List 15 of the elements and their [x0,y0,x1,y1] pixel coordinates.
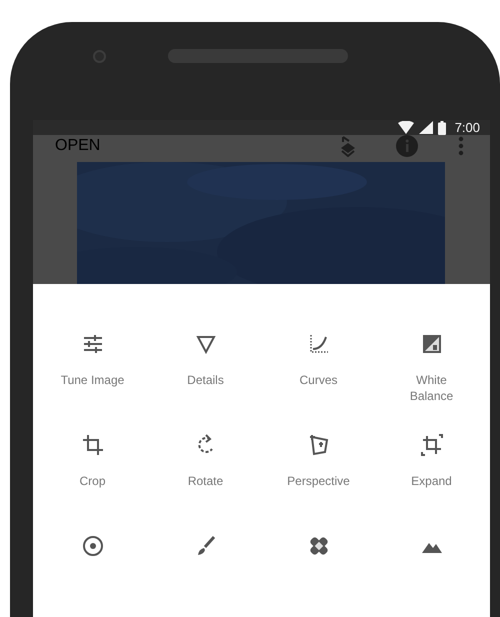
tool-button[interactable]: Expand [375,433,488,489]
open-button[interactable]: OPEN [55,137,100,155]
tool-button[interactable]: Perspective [262,433,375,489]
tool-button[interactable]: Curves [262,332,375,388]
target-icon[interactable] [80,534,104,558]
battery-icon [438,120,446,134]
expand-icon [420,433,444,457]
tool-button[interactable]: White Balance [375,332,488,404]
clock-time: 7:00 [454,120,480,135]
tool-button[interactable]: Crop [36,433,149,489]
tool-button[interactable]: Tune Image [36,332,149,388]
crop-icon [80,433,104,457]
tool-button[interactable]: Details [149,332,262,388]
wifi-icon [398,121,414,134]
tool-button[interactable]: Rotate [149,433,262,489]
